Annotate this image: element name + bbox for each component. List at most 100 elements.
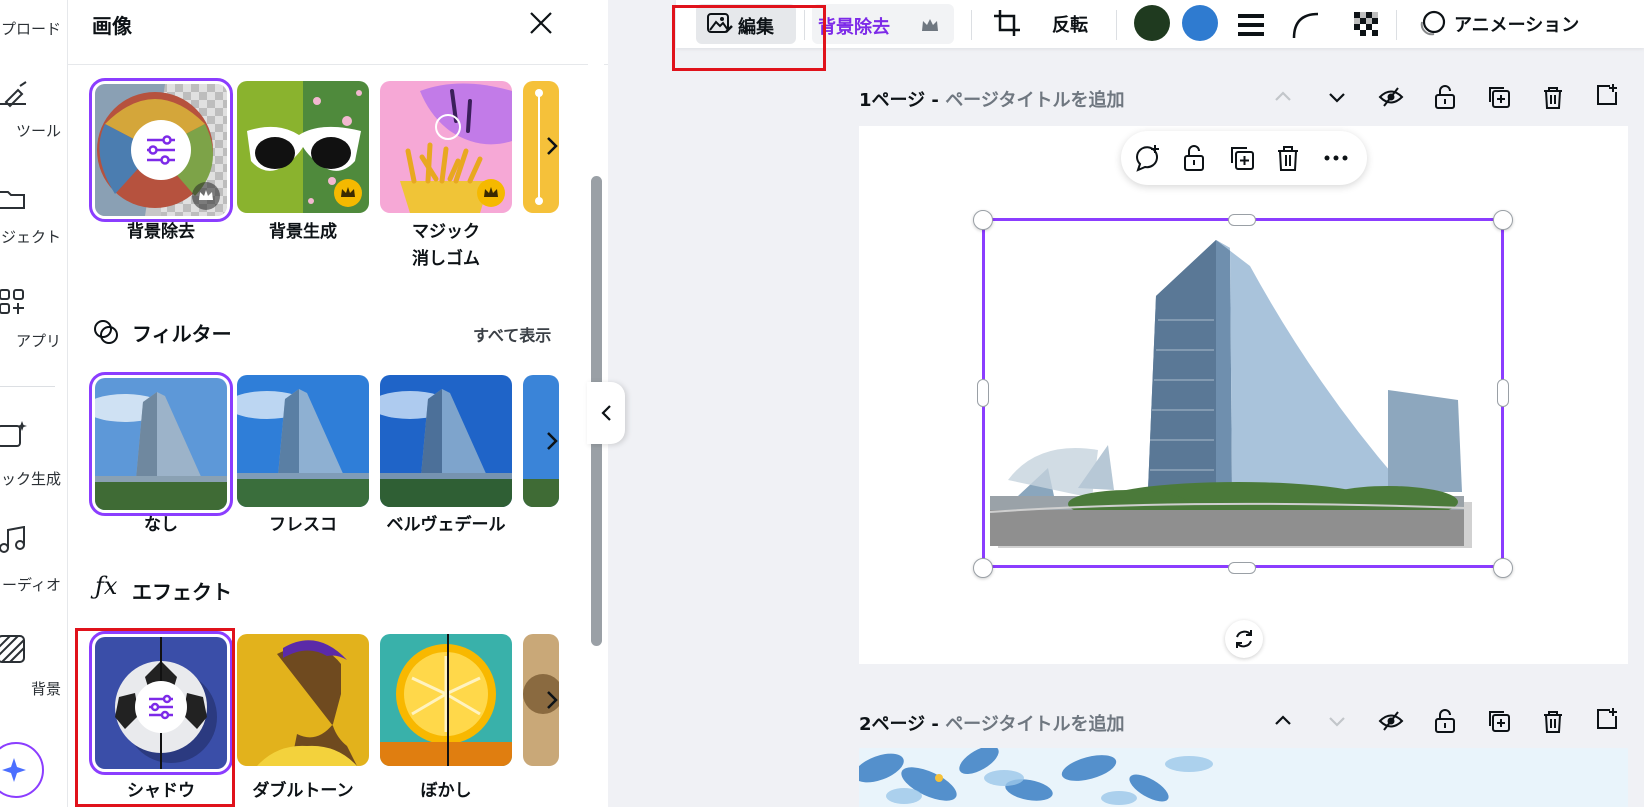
- border-style-icon[interactable]: [1236, 10, 1266, 40]
- rail-item-background[interactable]: 背景: [0, 634, 67, 704]
- comment-add-icon[interactable]: [1133, 143, 1163, 173]
- rail-item-label: プロード: [0, 20, 61, 38]
- rail-item-label: 背景: [30, 680, 61, 698]
- page-title-placeholder[interactable]: ページタイトルを追加: [945, 714, 1124, 735]
- filter-belvedere-thumb[interactable]: [380, 375, 512, 507]
- effect-label: ぼかし: [420, 781, 472, 801]
- chevron-left-icon: [601, 405, 611, 421]
- tool-bg-generate-thumb[interactable]: [237, 81, 369, 213]
- crown-icon: [334, 179, 362, 207]
- pen-icon: [0, 81, 27, 108]
- rail-item-label: ーディオ: [2, 576, 61, 594]
- chevron-right-icon[interactable]: [536, 126, 566, 166]
- filter-label: フレスコ: [269, 515, 337, 535]
- filter-fresco-thumb[interactable]: [237, 375, 369, 507]
- magic-image-icon: [0, 421, 27, 447]
- chevron-up-icon[interactable]: [1270, 84, 1296, 110]
- resize-handle-right[interactable]: [1497, 379, 1509, 407]
- rail-item-magic-generate[interactable]: ック生成: [0, 420, 67, 490]
- panel-title: 画像: [92, 14, 132, 38]
- rail-item-tools[interactable]: ツール: [0, 78, 67, 148]
- background-pattern-icon: [0, 635, 25, 663]
- resize-handle-bottom-right[interactable]: [1493, 558, 1513, 578]
- page-number-label: 1ページ -: [859, 90, 939, 111]
- trash-icon[interactable]: [1273, 143, 1303, 173]
- crown-icon: [477, 179, 505, 207]
- highlight-shadow-effect: [75, 628, 235, 807]
- tool-bg-remove-thumb[interactable]: [89, 78, 233, 222]
- chevron-right-icon[interactable]: [536, 680, 566, 720]
- building-filter-preview: [95, 378, 227, 510]
- apps-grid-icon: [0, 289, 24, 314]
- lock-icon[interactable]: [1179, 143, 1209, 173]
- lock-icon[interactable]: [1432, 708, 1458, 734]
- crown-icon: [192, 182, 220, 210]
- animation-button[interactable]: アニメーション: [1454, 11, 1579, 37]
- magic-assistant-button[interactable]: [0, 742, 44, 798]
- rail-divider: [0, 386, 55, 387]
- toolbar-divider: [1116, 10, 1117, 40]
- effect-label: ダブルトーン: [252, 781, 354, 801]
- corner-rounding-icon[interactable]: [1290, 10, 1320, 40]
- rail-item-projects[interactable]: ジェクト: [0, 184, 67, 254]
- tool-label: マジック: [412, 222, 480, 242]
- effect-duotone-thumb[interactable]: [237, 634, 369, 766]
- page-2-canvas[interactable]: [854, 746, 1628, 807]
- trash-icon[interactable]: [1540, 84, 1566, 110]
- sparkle-icon: [2, 758, 26, 782]
- duplicate-icon[interactable]: [1227, 143, 1257, 173]
- hide-icon[interactable]: [1378, 84, 1404, 110]
- bg-remove-label: 背景除去: [818, 17, 890, 38]
- rail-item-label: アプリ: [15, 332, 61, 350]
- page-number-label: 2ページ -: [859, 714, 939, 735]
- chevron-down-icon[interactable]: [1324, 84, 1350, 110]
- add-page-icon[interactable]: [1594, 82, 1620, 108]
- resize-handle-top-right[interactable]: [1493, 210, 1513, 230]
- resize-handle-top[interactable]: [1228, 214, 1256, 226]
- rail-item-audio[interactable]: ーディオ: [0, 526, 67, 596]
- color-swatch-2[interactable]: [1182, 5, 1218, 41]
- blur-effect-preview: [380, 634, 512, 766]
- chevron-down-icon[interactable]: [1324, 708, 1350, 734]
- flip-button[interactable]: 反転: [1052, 11, 1088, 37]
- page-title-placeholder[interactable]: ページタイトルを追加: [945, 90, 1124, 111]
- collapse-panel-button[interactable]: [587, 382, 625, 444]
- transparency-icon[interactable]: [1352, 10, 1382, 40]
- chevron-up-icon[interactable]: [1270, 708, 1296, 734]
- building-filter-preview: [237, 375, 369, 507]
- trash-icon[interactable]: [1540, 708, 1566, 734]
- fx-icon: ƒx: [95, 572, 118, 600]
- page-2-header[interactable]: 2ページ - ページタイトルを追加: [859, 710, 1124, 736]
- duplicate-icon[interactable]: [1486, 84, 1512, 110]
- animation-icon[interactable]: [1416, 8, 1448, 40]
- close-icon[interactable]: [526, 8, 556, 38]
- more-options-icon[interactable]: [1321, 143, 1351, 173]
- chevron-right-icon[interactable]: [536, 421, 566, 461]
- filters-see-all-link[interactable]: すべて表示: [473, 322, 551, 346]
- lock-icon[interactable]: [1432, 84, 1458, 110]
- selection-frame[interactable]: [982, 218, 1504, 568]
- crown-icon: [922, 19, 938, 31]
- page-2-floral-background: [854, 746, 1628, 807]
- rail-item-label: ツール: [15, 122, 61, 140]
- add-page-icon[interactable]: [1594, 706, 1620, 732]
- rail-item-label: ック生成: [0, 470, 61, 488]
- rotate-button[interactable]: [1225, 620, 1263, 658]
- effects-section-title: エフェクト: [132, 580, 232, 604]
- crop-icon[interactable]: [992, 8, 1024, 40]
- resize-handle-left[interactable]: [977, 379, 989, 407]
- resize-handle-bottom-left[interactable]: [973, 558, 993, 578]
- resize-handle-top-left[interactable]: [973, 210, 993, 230]
- page-1-header[interactable]: 1ページ - ページタイトルを追加: [859, 86, 1124, 112]
- effect-blur-thumb[interactable]: [380, 634, 512, 766]
- tool-magic-eraser-thumb[interactable]: [380, 81, 512, 213]
- rail-item-apps[interactable]: アプリ: [0, 288, 67, 358]
- element-floating-toolbar: [1121, 131, 1367, 185]
- duplicate-icon[interactable]: [1486, 708, 1512, 734]
- bg-remove-button[interactable]: 背景除去: [812, 4, 954, 44]
- hide-icon[interactable]: [1378, 708, 1404, 734]
- filter-none-thumb[interactable]: [89, 372, 233, 516]
- color-swatch-1[interactable]: [1134, 5, 1170, 41]
- folder-icon: [0, 191, 25, 209]
- resize-handle-bottom[interactable]: [1228, 562, 1256, 574]
